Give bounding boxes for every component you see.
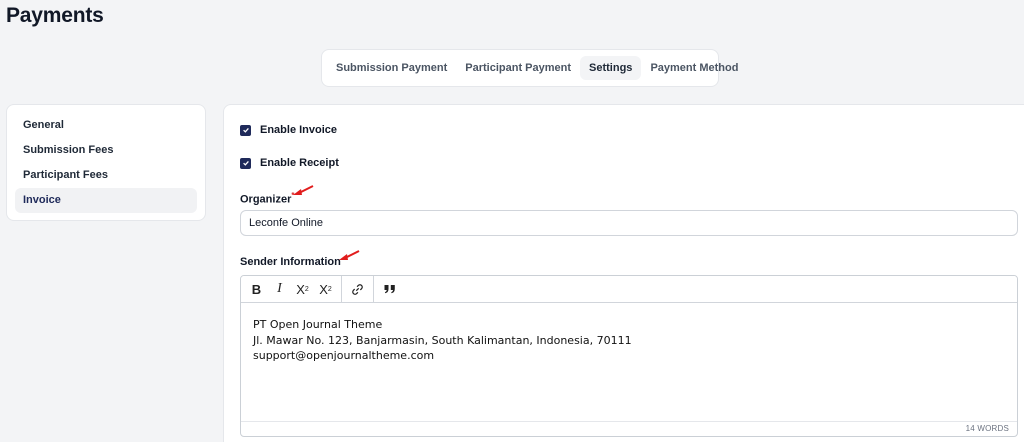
subscript-mark: 2 <box>327 285 332 293</box>
page-title: Payments <box>6 4 104 27</box>
enable-receipt-label: Enable Receipt <box>260 157 339 169</box>
link-icon <box>352 283 363 295</box>
subscript-button[interactable]: X2 <box>314 278 337 300</box>
annotation-arrow-icon <box>339 250 360 260</box>
enable-invoice-label: Enable Invoice <box>260 124 338 136</box>
block-group <box>374 276 405 302</box>
link-group <box>342 276 374 302</box>
sidebar-item-submission-fees[interactable]: Submission Fees <box>15 138 197 163</box>
sender-information-editor: B I X2 X2 PT Open Journal Theme Jl. Mawa… <box>240 275 1018 437</box>
sender-information-label: Sender Information <box>240 256 341 268</box>
editor-line: support@openjournaltheme.com <box>253 349 435 362</box>
enable-receipt-row[interactable]: Enable Receipt <box>240 157 339 169</box>
subscript-glyph: X <box>319 281 328 297</box>
superscript-button[interactable]: X2 <box>291 278 314 300</box>
editor-content[interactable]: PT Open Journal Theme Jl. Mawar No. 123,… <box>241 303 1017 421</box>
tab-settings[interactable]: Settings <box>580 56 642 80</box>
quote-icon <box>384 285 395 294</box>
organizer-label-text: Organizer <box>240 193 292 206</box>
superscript-mark: 2 <box>304 285 309 293</box>
check-icon <box>242 160 249 166</box>
bold-button[interactable]: B <box>245 278 268 300</box>
blockquote-button[interactable] <box>378 278 401 300</box>
tab-participant-payment[interactable]: Participant Payment <box>456 56 580 80</box>
tab-bar: Submission Payment Participant Payment S… <box>321 49 738 87</box>
editor-line: Jl. Mawar No. 123, Banjarmasin, South Ka… <box>253 333 632 347</box>
organizer-label: Organizer* <box>240 191 294 206</box>
format-group: B I X2 X2 <box>241 276 342 302</box>
organizer-input[interactable] <box>240 210 1018 236</box>
tab-submission-payment[interactable]: Submission Payment <box>327 56 456 80</box>
editor-line: PT Open Journal Theme <box>253 318 383 331</box>
enable-invoice-row[interactable]: Enable Invoice <box>240 124 337 136</box>
sidebar-item-invoice[interactable]: Invoice <box>15 188 197 213</box>
check-icon <box>242 127 249 133</box>
tab-payment-method[interactable]: Payment Method <box>641 56 747 80</box>
italic-button[interactable]: I <box>268 278 291 300</box>
editor-toolbar: B I X2 X2 <box>241 276 1017 303</box>
sidebar-item-general[interactable]: General <box>15 113 197 138</box>
sidebar-item-participant-fees[interactable]: Participant Fees <box>15 163 197 188</box>
link-button[interactable] <box>346 278 369 300</box>
superscript-glyph: X <box>296 281 305 297</box>
enable-receipt-checkbox[interactable] <box>240 157 251 169</box>
word-count: 14 WORDS <box>241 421 1017 436</box>
enable-invoice-checkbox[interactable] <box>240 124 251 136</box>
invoice-settings-panel: Enable Invoice Enable Receipt Organizer*… <box>223 104 1024 442</box>
settings-sidebar: General Submission Fees Participant Fees… <box>6 104 206 221</box>
annotation-arrow-icon <box>293 185 314 195</box>
